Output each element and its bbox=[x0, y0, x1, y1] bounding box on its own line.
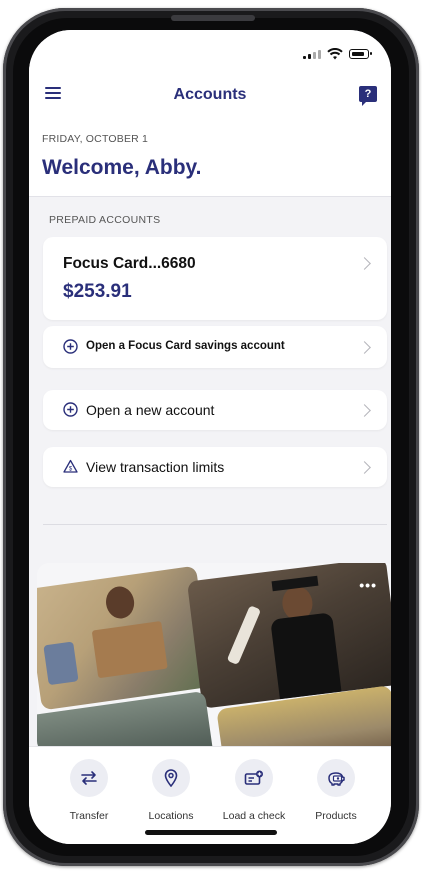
tab-load-check[interactable]: Load a check bbox=[209, 759, 299, 822]
tab-label: Load a check bbox=[222, 810, 286, 822]
transfer-arrows-icon bbox=[70, 759, 108, 797]
location-pin-icon bbox=[152, 759, 190, 797]
home-indicator[interactable] bbox=[145, 830, 277, 835]
warning-triangle-icon: $ bbox=[63, 459, 78, 473]
bottom-tab-bar: Transfer Locations Load a check Products bbox=[29, 746, 391, 844]
tab-products[interactable]: Products bbox=[291, 759, 381, 822]
plus-circle-icon bbox=[63, 339, 78, 354]
chevron-right-icon bbox=[358, 461, 371, 474]
top-nav-bar: Accounts ? bbox=[29, 70, 391, 120]
open-new-account-label: Open a new account bbox=[86, 402, 215, 418]
account-balance: $253.91 bbox=[63, 281, 132, 302]
app-screen: Accounts ? FRIDAY, OCTOBER 1 Welcome, Ab… bbox=[29, 30, 391, 844]
piggy-bank-icon bbox=[317, 759, 355, 797]
tab-locations[interactable]: Locations bbox=[126, 759, 216, 822]
open-savings-account-link[interactable]: Open a Focus Card savings account bbox=[43, 326, 387, 368]
welcome-header: FRIDAY, OCTOBER 1 Welcome, Abby. bbox=[29, 120, 391, 197]
plus-circle-icon bbox=[63, 402, 78, 417]
more-options-icon[interactable]: ••• bbox=[359, 577, 377, 593]
page-title: Accounts bbox=[173, 86, 247, 103]
welcome-greeting: Welcome, Abby. bbox=[42, 156, 202, 179]
chevron-right-icon bbox=[358, 404, 371, 417]
tab-label: Products bbox=[315, 810, 357, 822]
speaker-grille bbox=[171, 15, 255, 21]
chat-help-icon[interactable]: ? bbox=[359, 86, 377, 106]
chevron-right-icon bbox=[358, 341, 371, 354]
promo-carousel[interactable]: ••• bbox=[37, 563, 391, 753]
status-bar bbox=[29, 30, 391, 70]
check-deposit-icon bbox=[235, 759, 273, 797]
tab-label: Transfer bbox=[69, 810, 109, 822]
view-transaction-limits-row[interactable]: $ View transaction limits bbox=[43, 447, 387, 487]
tab-label: Locations bbox=[148, 810, 194, 822]
status-icons bbox=[303, 48, 372, 60]
tab-transfer[interactable]: Transfer bbox=[44, 759, 134, 822]
promo-photo-moving-box bbox=[37, 565, 213, 711]
prepaid-accounts-heading: PREPAID ACCOUNTS bbox=[49, 214, 161, 226]
battery-icon bbox=[349, 49, 372, 59]
view-limits-label: View transaction limits bbox=[86, 459, 225, 475]
section-divider bbox=[43, 524, 387, 525]
account-name: Focus Card...6680 bbox=[63, 255, 196, 272]
cellular-signal-icon bbox=[303, 49, 321, 59]
wifi-icon bbox=[327, 48, 343, 60]
current-date: FRIDAY, OCTOBER 1 bbox=[42, 133, 149, 145]
open-savings-label: Open a Focus Card savings account bbox=[86, 340, 285, 352]
open-new-account-row[interactable]: Open a new account bbox=[43, 390, 387, 430]
chevron-right-icon bbox=[358, 257, 371, 270]
account-card-focus[interactable]: Focus Card...6680 $253.91 bbox=[43, 237, 387, 320]
